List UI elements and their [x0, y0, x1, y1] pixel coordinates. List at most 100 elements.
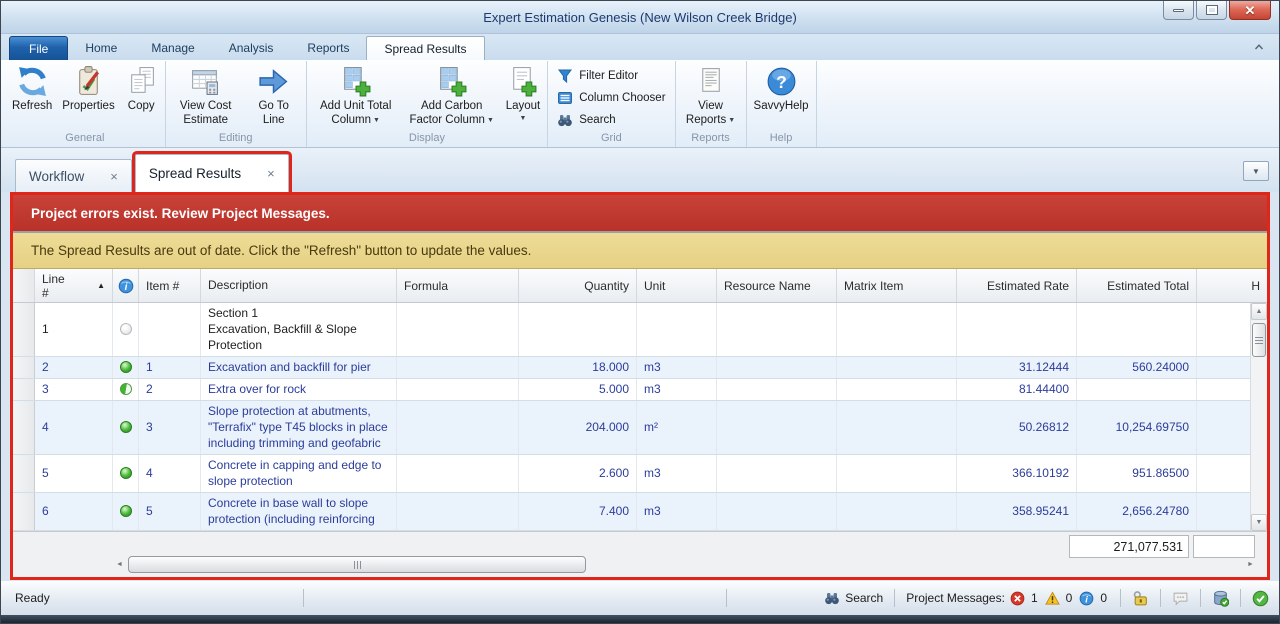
- cell-estimated-rate[interactable]: [957, 303, 1077, 356]
- row-indicator[interactable]: [13, 357, 35, 378]
- header-formula[interactable]: Formula: [397, 269, 519, 302]
- row-indicator[interactable]: [13, 455, 35, 492]
- cell-formula[interactable]: [397, 379, 519, 400]
- cell-line-number[interactable]: 1: [35, 303, 113, 356]
- cell-estimated-total[interactable]: 560.24000: [1077, 357, 1197, 378]
- statusbar-search-button[interactable]: Search: [824, 590, 883, 606]
- header-estimated-total[interactable]: Estimated Total: [1077, 269, 1197, 302]
- cell-resource-name[interactable]: [717, 493, 837, 530]
- cell-estimated-rate[interactable]: 50.26812: [957, 401, 1077, 454]
- lock-icon[interactable]: [1132, 590, 1149, 607]
- cell-formula[interactable]: [397, 493, 519, 530]
- view-reports-button[interactable]: View Reports▼: [678, 61, 744, 131]
- cell-matrix-item[interactable]: [837, 455, 957, 492]
- cell-formula[interactable]: [397, 303, 519, 356]
- close-button[interactable]: ✕: [1229, 1, 1271, 20]
- cell-estimated-total[interactable]: 10,254.69750: [1077, 401, 1197, 454]
- cell-line-number[interactable]: 2: [35, 357, 113, 378]
- cell-status[interactable]: [113, 379, 139, 400]
- column-chooser-button[interactable]: Column Chooser: [554, 88, 668, 107]
- cell-matrix-item[interactable]: [837, 493, 957, 530]
- cell-h[interactable]: [1197, 303, 1250, 356]
- tab-workflow[interactable]: Workflow ×: [15, 159, 132, 192]
- close-tab-icon[interactable]: ×: [267, 166, 275, 181]
- cell-line-number[interactable]: 5: [35, 455, 113, 492]
- cell-item-number[interactable]: 3: [139, 401, 201, 454]
- cell-line-number[interactable]: 3: [35, 379, 113, 400]
- cell-description[interactable]: Extra over for rock: [201, 379, 397, 400]
- refresh-button[interactable]: Refresh: [7, 61, 57, 131]
- cell-description[interactable]: Concrete in capping and edge to slope pr…: [201, 455, 397, 492]
- cell-estimated-rate[interactable]: 366.10192: [957, 455, 1077, 492]
- header-item-number[interactable]: Item #: [139, 269, 201, 302]
- search-button[interactable]: Search: [554, 110, 668, 129]
- cell-status[interactable]: [113, 303, 139, 356]
- database-sync-icon[interactable]: [1212, 590, 1229, 607]
- cell-status[interactable]: [113, 493, 139, 530]
- ribbon-tab-file[interactable]: File: [9, 36, 68, 60]
- cell-estimated-rate[interactable]: 81.44400: [957, 379, 1077, 400]
- cell-matrix-item[interactable]: [837, 379, 957, 400]
- horizontal-scrollbar[interactable]: ◄ ►: [111, 556, 1259, 573]
- add-carbon-factor-column-button[interactable]: Add Carbon Factor Column▼: [403, 61, 501, 131]
- comment-icon[interactable]: [1172, 590, 1189, 607]
- collapse-ribbon-icon[interactable]: [1251, 39, 1267, 55]
- cell-line-number[interactable]: 4: [35, 401, 113, 454]
- cell-line-number[interactable]: 6: [35, 493, 113, 530]
- row-indicator[interactable]: [13, 303, 35, 356]
- header-quantity[interactable]: Quantity: [519, 269, 637, 302]
- cell-estimated-total[interactable]: 951.86500: [1077, 455, 1197, 492]
- maximize-button[interactable]: [1196, 1, 1227, 20]
- cell-status[interactable]: [113, 455, 139, 492]
- header-matrix-item[interactable]: Matrix Item: [837, 269, 957, 302]
- ribbon-tab-home[interactable]: Home: [68, 36, 134, 60]
- cell-formula[interactable]: [397, 401, 519, 454]
- cell-resource-name[interactable]: [717, 303, 837, 356]
- cell-formula[interactable]: [397, 357, 519, 378]
- cell-estimated-rate[interactable]: 31.12444: [957, 357, 1077, 378]
- cell-description[interactable]: Slope protection at abutments, "Terrafix…: [201, 401, 397, 454]
- cell-h[interactable]: [1197, 455, 1250, 492]
- ribbon-tab-analysis[interactable]: Analysis: [212, 36, 291, 60]
- scroll-down-icon[interactable]: ▼: [1251, 514, 1267, 531]
- cell-estimated-rate[interactable]: 358.95241: [957, 493, 1077, 530]
- cell-quantity[interactable]: [519, 303, 637, 356]
- cell-h[interactable]: [1197, 379, 1250, 400]
- cell-item-number[interactable]: 5: [139, 493, 201, 530]
- add-unit-total-column-button[interactable]: Add Unit Total Column▼: [309, 61, 403, 131]
- cell-item-number[interactable]: 2: [139, 379, 201, 400]
- cell-unit[interactable]: m²: [637, 401, 717, 454]
- row-indicator[interactable]: [13, 379, 35, 400]
- ribbon-tab-reports[interactable]: Reports: [290, 36, 366, 60]
- cell-resource-name[interactable]: [717, 379, 837, 400]
- cell-quantity[interactable]: 2.600: [519, 455, 637, 492]
- scroll-up-icon[interactable]: ▲: [1251, 303, 1267, 320]
- cell-resource-name[interactable]: [717, 455, 837, 492]
- cell-matrix-item[interactable]: [837, 357, 957, 378]
- cell-quantity[interactable]: 18.000: [519, 357, 637, 378]
- cell-unit[interactable]: m3: [637, 379, 717, 400]
- project-messages[interactable]: Project Messages: 1 0 0: [906, 591, 1109, 606]
- vertical-scrollbar-thumb[interactable]: [1252, 323, 1266, 357]
- cell-estimated-total[interactable]: [1077, 379, 1197, 400]
- cell-item-number[interactable]: 4: [139, 455, 201, 492]
- cell-unit[interactable]: [637, 303, 717, 356]
- header-unit[interactable]: Unit: [637, 269, 717, 302]
- cell-status[interactable]: [113, 401, 139, 454]
- cell-item-number[interactable]: [139, 303, 201, 356]
- tab-spread-results[interactable]: Spread Results ×: [135, 154, 289, 192]
- go-to-line-button[interactable]: Go To Line: [244, 61, 304, 131]
- cell-matrix-item[interactable]: [837, 303, 957, 356]
- ok-status-icon[interactable]: [1252, 590, 1269, 607]
- layout-button[interactable]: Layout▼: [501, 61, 546, 131]
- cell-status[interactable]: [113, 357, 139, 378]
- cell-formula[interactable]: [397, 455, 519, 492]
- cell-quantity[interactable]: 5.000: [519, 379, 637, 400]
- cell-h[interactable]: [1197, 493, 1250, 530]
- scroll-left-icon[interactable]: ◄: [111, 556, 128, 573]
- horizontal-scrollbar-thumb[interactable]: [128, 556, 586, 573]
- ribbon-tab-spread-results[interactable]: Spread Results: [366, 36, 484, 60]
- cell-matrix-item[interactable]: [837, 401, 957, 454]
- row-indicator[interactable]: [13, 493, 35, 530]
- header-resource-name[interactable]: Resource Name: [717, 269, 837, 302]
